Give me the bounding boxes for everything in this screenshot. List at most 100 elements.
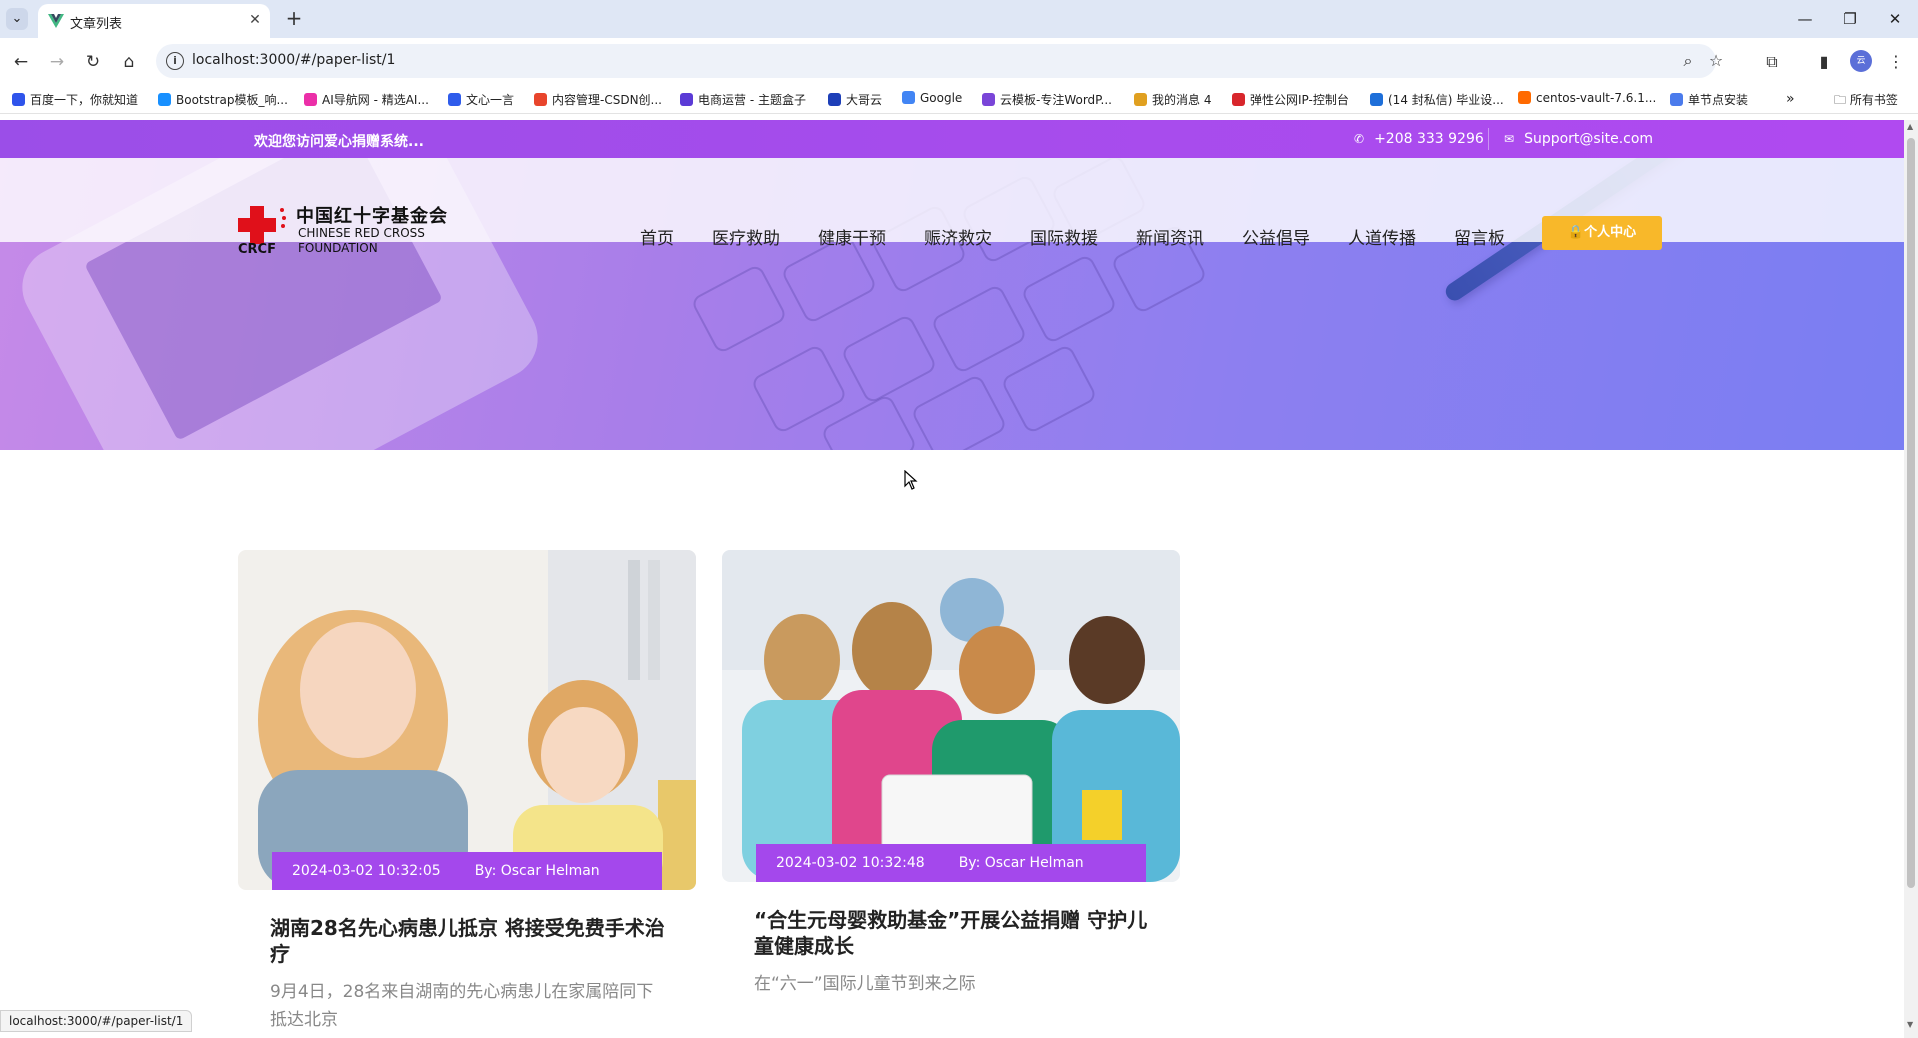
tab-title: 文章列表 bbox=[70, 17, 123, 32]
back-icon[interactable]: ← bbox=[8, 49, 34, 75]
side-panel-icon[interactable]: ▮ bbox=[1812, 50, 1836, 74]
bookmark-item[interactable]: 百度一下，你就知道 bbox=[12, 91, 138, 109]
nav-message-board[interactable]: 留言板 bbox=[1454, 224, 1505, 249]
bookmark-item[interactable]: 弹性公网IP-控制台 bbox=[1232, 91, 1349, 109]
aliyun-icon bbox=[1518, 91, 1531, 104]
menu-icon[interactable]: ⋮ bbox=[1884, 50, 1908, 74]
window-close-icon[interactable]: ✕ bbox=[1880, 6, 1910, 32]
url-input[interactable]: i localhost:3000/#/paper-list/1 ⌕ ☆ bbox=[156, 44, 1723, 78]
extensions-icon[interactable]: ⧉ bbox=[1760, 50, 1784, 74]
article-author: By: Oscar Helman bbox=[958, 855, 1084, 871]
paw-icon bbox=[12, 93, 25, 106]
nav-humanitarian[interactable]: 人道传播 bbox=[1348, 224, 1416, 249]
bookmark-label: Bootstrap模板_响... bbox=[176, 93, 288, 107]
message-icon bbox=[1134, 93, 1147, 106]
bookmark-item[interactable]: 内容管理-CSDN创... bbox=[534, 91, 662, 109]
bookmark-label: centos-vault-7.6.1... bbox=[1536, 91, 1657, 105]
keyboard-key-decor bbox=[1020, 253, 1118, 345]
logo-cn: 中国红十字基金会 bbox=[296, 206, 448, 227]
nav-advocacy[interactable]: 公益倡导 bbox=[1242, 224, 1310, 249]
browser-tab-active[interactable]: 文章列表 ✕ bbox=[38, 4, 270, 38]
bookmark-item[interactable]: 电商运营 - 主题盒子 bbox=[680, 91, 806, 109]
bookmark-item[interactable]: Google bbox=[902, 91, 962, 109]
bookmark-item[interactable]: 大哥云 bbox=[828, 91, 882, 109]
zoom-icon[interactable]: ⌕ bbox=[1678, 51, 1698, 71]
user-center-button[interactable]: 🔒个人中心 bbox=[1542, 216, 1662, 250]
page-scrollbar[interactable]: ▲ ▼ bbox=[1904, 120, 1918, 1038]
minimize-icon[interactable]: — bbox=[1790, 6, 1820, 32]
site-header: 中国红十字基金会 CHINESE RED CROSS FOUNDATION CRC… bbox=[0, 158, 1904, 257]
bookmark-item[interactable]: 我的消息 4 bbox=[1134, 91, 1211, 109]
user-center-label: 个人中心 bbox=[1584, 225, 1637, 240]
bookmark-item[interactable]: (14 封私信) 毕业设... bbox=[1370, 91, 1504, 109]
scroll-up-icon[interactable]: ▲ bbox=[1907, 122, 1913, 131]
bookmark-label: 云模板-专注WordP... bbox=[1000, 93, 1112, 107]
article-title[interactable]: “合生元母婴救助基金”开展公益捐赠 守护儿童健康成长 bbox=[754, 907, 1154, 959]
keyboard-key-decor bbox=[1000, 343, 1098, 435]
dagey-icon bbox=[828, 93, 841, 106]
all-bookmarks-folder[interactable]: 🗀 所有书签 bbox=[1834, 91, 1898, 109]
article-summary: 9月4日，28名来自湖南的先心病患儿在家属陪同下抵达北京 bbox=[270, 982, 654, 1030]
nav-health-intervention[interactable]: 健康干预 bbox=[818, 224, 886, 249]
article-image[interactable] bbox=[238, 550, 696, 890]
hero-banner: 中国红十字基金会 CHINESE RED CROSS FOUNDATION CRC… bbox=[0, 158, 1904, 450]
bookmark-item[interactable]: 文心一言 bbox=[448, 91, 514, 109]
bookmark-item[interactable]: 单节点安装 bbox=[1670, 91, 1748, 109]
page-viewport: 欢迎您访问爱心捐赠系统... ✆ +208 333 9296 ✉ Support@s… bbox=[0, 120, 1904, 1038]
new-tab-icon[interactable]: + bbox=[282, 6, 306, 30]
phone-icon: ✆ bbox=[1354, 132, 1365, 146]
crcf-logo[interactable]: 中国红十字基金会 CHINESE RED CROSS FOUNDATION CRC… bbox=[236, 202, 456, 262]
link-status-bubble: localhost:3000/#/paper-list/1 bbox=[0, 1010, 193, 1032]
bookmark-label: 文心一言 bbox=[466, 93, 515, 107]
scrollbar-thumb[interactable] bbox=[1907, 138, 1915, 888]
tab-search-icon[interactable]: ⌄ bbox=[6, 8, 28, 30]
bookmark-label: 内容管理-CSDN创... bbox=[552, 93, 662, 107]
top-info-bar: 欢迎您访问爱心捐赠系统... ✆ +208 333 9296 ✉ Support@s… bbox=[0, 120, 1904, 158]
nav-international-rescue[interactable]: 国际救援 bbox=[1030, 224, 1098, 249]
bookmark-label: 我的消息 4 bbox=[1152, 93, 1212, 107]
phone-contact[interactable]: ✆ +208 333 9296 bbox=[1354, 131, 1484, 147]
article-author: By: Oscar Helman bbox=[474, 863, 600, 879]
bookmark-item[interactable]: centos-vault-7.6.1... bbox=[1518, 91, 1656, 109]
logo-en-line2: FOUNDATION bbox=[298, 241, 378, 255]
bookmark-item[interactable]: Bootstrap模板_响... bbox=[158, 91, 288, 109]
keyboard-key-decor bbox=[690, 263, 788, 355]
article-date: 2024-03-02 10:32:48 bbox=[776, 855, 925, 871]
bookmark-label: 大哥云 bbox=[846, 93, 883, 107]
scroll-down-icon[interactable]: ▼ bbox=[1907, 1020, 1913, 1029]
phone-number: +208 333 9296 bbox=[1374, 131, 1484, 147]
site-info-icon[interactable]: i bbox=[166, 52, 184, 70]
bookmark-item[interactable]: AI导航网 - 精选AI... bbox=[304, 91, 429, 109]
reload-icon[interactable]: ↻ bbox=[80, 49, 106, 75]
logo-abbr: CRCF bbox=[238, 242, 276, 257]
ai-nav-icon bbox=[304, 93, 317, 106]
restore-icon[interactable]: ❐ bbox=[1835, 6, 1865, 32]
keyboard-key-decor bbox=[910, 373, 1008, 450]
bookmark-star-icon[interactable]: ☆ bbox=[1706, 51, 1726, 71]
bookmark-item[interactable]: 云模板-专注WordP... bbox=[982, 91, 1112, 109]
cloud-template-icon bbox=[982, 93, 995, 106]
avatar[interactable]: 云 bbox=[1850, 50, 1872, 72]
keyboard-key-decor bbox=[840, 313, 938, 405]
article-title[interactable]: 湖南28名先心病患儿抵京 将接受免费手术治疗 bbox=[270, 915, 670, 967]
folder-label: 所有书签 bbox=[1849, 93, 1898, 107]
email-contact[interactable]: ✉ Support@site.com bbox=[1504, 131, 1653, 147]
bookmark-label: 弹性公网IP-控制台 bbox=[1250, 93, 1349, 107]
bookmark-label: Google bbox=[920, 91, 963, 105]
wenxin-icon bbox=[448, 93, 461, 106]
bookmark-label: 电商运营 - 主题盒子 bbox=[698, 93, 806, 107]
nav-medical-aid[interactable]: 医疗救助 bbox=[712, 224, 780, 249]
layers-icon bbox=[1670, 93, 1683, 106]
bookmarks-overflow-icon[interactable]: » bbox=[1786, 91, 1795, 109]
folder-icon: 🗀 bbox=[1834, 93, 1850, 107]
close-icon[interactable]: ✕ bbox=[246, 11, 264, 29]
zhihu-icon bbox=[1370, 93, 1383, 106]
forward-icon[interactable]: → bbox=[44, 49, 70, 75]
nav-home[interactable]: 首页 bbox=[640, 224, 674, 249]
nav-disaster-relief[interactable]: 赈济救灾 bbox=[924, 224, 992, 249]
home-icon[interactable]: ⌂ bbox=[116, 49, 142, 75]
welcome-text: 欢迎您访问爱心捐赠系统... bbox=[254, 134, 424, 150]
huawei-icon bbox=[1232, 93, 1245, 106]
article-image[interactable] bbox=[722, 550, 1180, 882]
nav-news[interactable]: 新闻资讯 bbox=[1136, 224, 1204, 249]
